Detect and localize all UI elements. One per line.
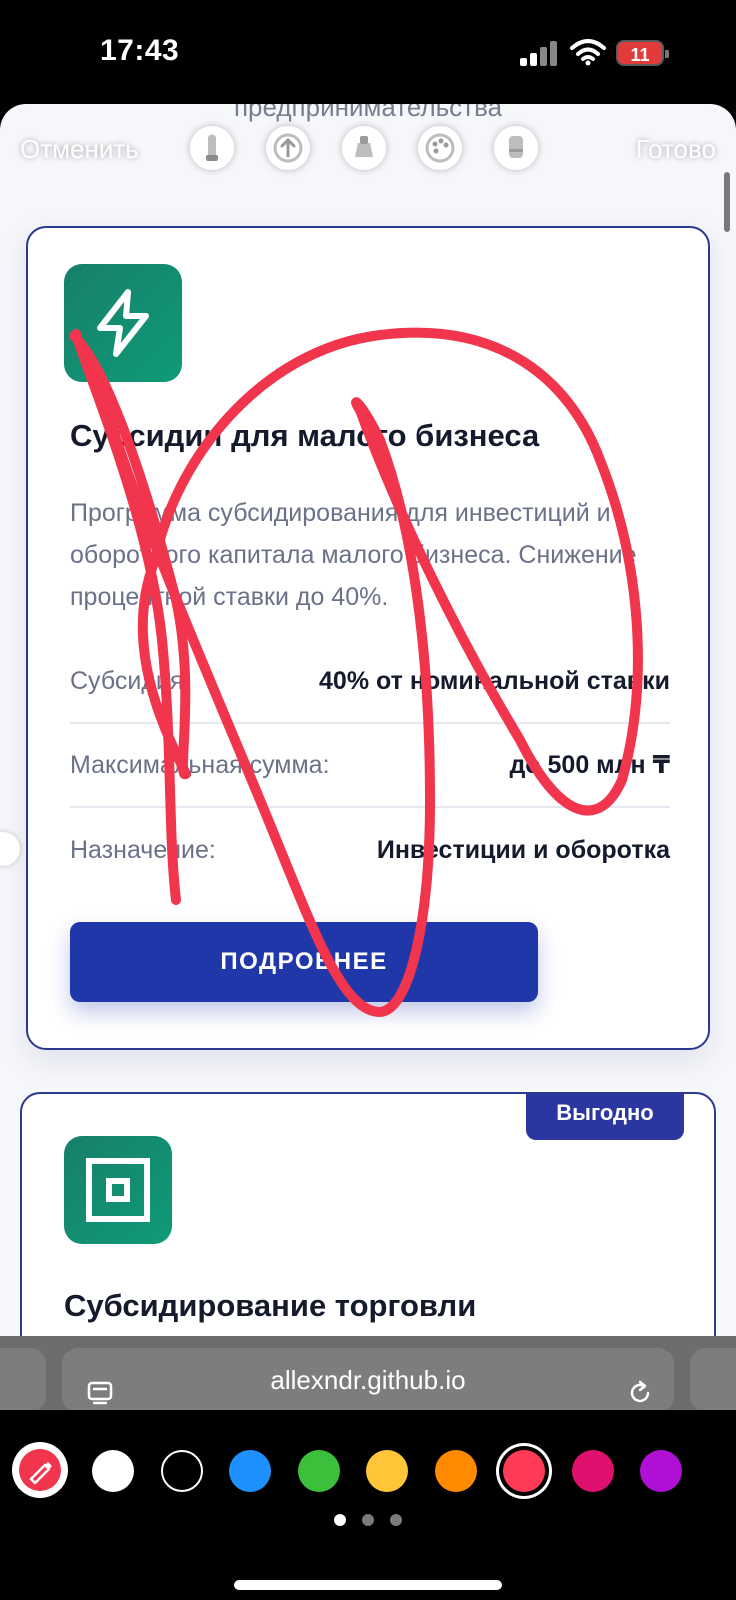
card-title: Субсидии для малого бизнеса xyxy=(70,418,540,453)
next-tab-edge[interactable] xyxy=(690,1348,736,1412)
page-menu-icon[interactable] xyxy=(86,1366,114,1405)
cancel-button[interactable]: Отменить xyxy=(20,134,139,165)
highlighter-icon[interactable] xyxy=(342,126,386,170)
browser-address-bar: allexndr.github.io xyxy=(0,1336,736,1412)
square-target-icon xyxy=(64,1136,172,1244)
wifi-icon xyxy=(570,38,606,66)
url-field[interactable]: allexndr.github.io xyxy=(62,1348,674,1412)
eraser-icon[interactable] xyxy=(494,126,538,170)
detail-value: 40% от номинальной ставки xyxy=(319,666,670,695)
color-swatch[interactable] xyxy=(434,1450,477,1492)
profitable-badge: Выгодно xyxy=(526,1094,684,1140)
page-dot xyxy=(390,1514,402,1526)
detail-value: до 500 млн ₸ xyxy=(509,751,670,779)
lightning-icon xyxy=(64,264,182,382)
page-dot xyxy=(334,1514,346,1526)
detail-label: Субсидия: xyxy=(70,666,191,695)
url-text: allexndr.github.io xyxy=(270,1365,466,1395)
detail-row: Назначение: Инвестиции и оборотка xyxy=(70,808,670,892)
detail-value: Инвестиции и оборотка xyxy=(376,835,670,864)
detail-label: Назначение: xyxy=(70,835,216,864)
done-button[interactable]: Готово xyxy=(636,134,716,165)
color-swatch[interactable] xyxy=(160,1450,203,1492)
status-time: 17:43 xyxy=(100,34,180,67)
page-dot xyxy=(362,1514,374,1526)
card-title: Субсидирование торговли xyxy=(64,1288,477,1323)
status-bar: 17:43 11 xyxy=(0,0,736,100)
card-description: Программа субсидирования для инвестиций … xyxy=(70,499,637,611)
color-swatch[interactable] xyxy=(229,1450,271,1492)
arrow-up-icon[interactable] xyxy=(266,126,310,170)
previous-tab-edge[interactable] xyxy=(0,1348,46,1412)
subsidy-card: Субсидии для малого бизнеса Программа су… xyxy=(26,226,710,1050)
reload-icon[interactable] xyxy=(626,1366,654,1403)
battery-icon: 11 xyxy=(616,40,669,66)
color-swatch[interactable] xyxy=(503,1450,545,1492)
home-indicator xyxy=(234,1580,502,1590)
color-swatch[interactable] xyxy=(92,1450,134,1492)
palette-icon[interactable] xyxy=(418,126,462,170)
detail-row: Субсидия: 40% от номинальной ставки xyxy=(70,640,670,724)
color-swatch[interactable] xyxy=(366,1450,408,1492)
color-picker-icon[interactable] xyxy=(12,1442,68,1498)
markup-palette xyxy=(0,1410,736,1600)
color-swatch[interactable] xyxy=(571,1450,614,1492)
color-swatch[interactable] xyxy=(640,1450,682,1492)
detail-row: Максимальная сумма: до 500 млн ₸ xyxy=(70,724,670,808)
markup-toolbar: Отменить Готово xyxy=(0,118,736,182)
cellular-signal-icon xyxy=(520,40,560,66)
more-details-button[interactable]: ПОДРОБНЕЕ xyxy=(70,922,538,1002)
pen-tool-icon[interactable] xyxy=(190,126,234,170)
detail-label: Максимальная сумма: xyxy=(70,750,330,779)
color-swatch[interactable] xyxy=(297,1450,340,1492)
